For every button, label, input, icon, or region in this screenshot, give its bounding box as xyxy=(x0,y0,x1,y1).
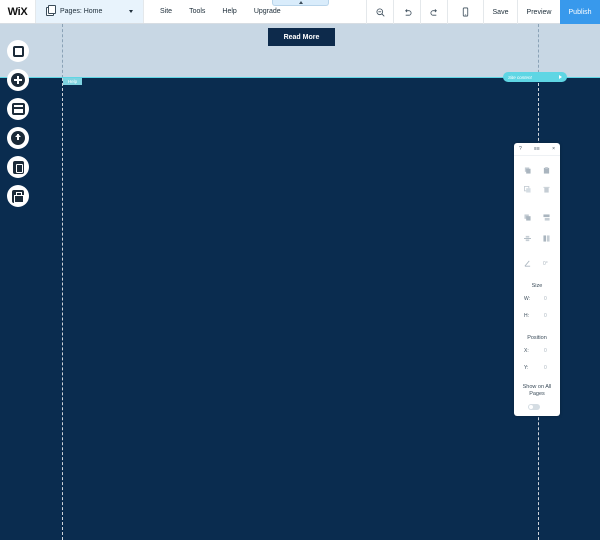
chevron-up-icon xyxy=(298,1,303,4)
background-icon xyxy=(12,45,24,57)
upload-icon xyxy=(11,131,25,145)
help-icon[interactable]: ? xyxy=(519,146,522,152)
size-title: Size xyxy=(531,283,543,289)
chevron-down-icon xyxy=(129,10,133,13)
menu-upgrade[interactable]: Upgrade xyxy=(254,8,281,15)
delete-icon[interactable] xyxy=(543,186,550,193)
paste-icon[interactable] xyxy=(543,167,550,174)
undo-button[interactable] xyxy=(393,0,420,24)
pages-icon xyxy=(46,5,56,16)
x-label: X: xyxy=(524,348,529,354)
pages-label: Pages: Home xyxy=(60,8,103,15)
upload-button[interactable] xyxy=(7,127,29,149)
position-title: Position xyxy=(527,335,547,341)
rotate-icon[interactable] xyxy=(524,260,531,267)
left-page-guide xyxy=(62,78,63,540)
left-toolbar xyxy=(7,40,29,214)
right-gridline xyxy=(538,24,539,78)
show-on-all-pages-label: Show on All Pages xyxy=(522,384,552,397)
site-content-handle[interactable]: Site content xyxy=(503,72,567,82)
distribute-icon[interactable] xyxy=(524,235,531,242)
redo-button[interactable] xyxy=(420,0,447,24)
panel-drag-icon[interactable]: ≡≡ xyxy=(534,146,540,152)
panel-header: ? ≡≡ × xyxy=(514,143,560,156)
duplicate-icon[interactable] xyxy=(524,186,531,193)
publish-button[interactable]: Publish xyxy=(560,0,600,24)
close-icon[interactable]: × xyxy=(552,146,555,152)
site-content-label: Site content xyxy=(508,74,532,80)
app-market-button[interactable] xyxy=(7,185,29,207)
wix-logo[interactable]: WiX xyxy=(0,0,36,23)
blog-icon xyxy=(12,160,24,174)
zoom-out-icon xyxy=(375,7,385,17)
show-on-all-pages-toggle[interactable] xyxy=(528,404,540,410)
rotate-value[interactable]: 0° xyxy=(543,261,548,267)
preview-button[interactable]: Preview xyxy=(517,0,560,24)
right-tools: Save Preview Publish xyxy=(366,0,600,24)
menu-site[interactable]: Site xyxy=(160,8,172,15)
blog-button[interactable] xyxy=(7,156,29,178)
save-button[interactable]: Save xyxy=(483,0,517,24)
chevron-right-icon xyxy=(559,75,562,79)
zoom-out-button[interactable] xyxy=(366,0,393,24)
y-label: Y: xyxy=(524,365,529,371)
app-market-icon xyxy=(12,189,24,203)
pages-dropdown[interactable]: Pages: Home xyxy=(36,0,144,23)
mobile-icon xyxy=(462,7,469,17)
width-input[interactable]: 0 xyxy=(544,296,547,302)
x-input[interactable]: 0 xyxy=(544,348,547,354)
height-label: H: xyxy=(524,313,529,319)
align-icon[interactable] xyxy=(543,214,550,221)
match-size-icon[interactable] xyxy=(543,235,550,242)
read-more-button[interactable]: Read More xyxy=(268,28,335,46)
arrange-icon[interactable] xyxy=(524,214,531,221)
width-label: W: xyxy=(524,296,531,302)
add-icon xyxy=(11,73,25,87)
menu-help[interactable]: Help xyxy=(222,8,236,15)
help-tag[interactable]: Help xyxy=(63,78,82,85)
store-icon xyxy=(11,103,25,115)
height-input[interactable]: 0 xyxy=(544,313,547,319)
copy-icon[interactable] xyxy=(524,167,531,174)
redo-icon xyxy=(430,8,437,16)
menu-tools[interactable]: Tools xyxy=(189,8,205,15)
left-gridline xyxy=(62,24,63,78)
mobile-view-button[interactable] xyxy=(447,0,483,24)
layout-tools-panel: ? ≡≡ × 0° Size W: 0 H: 0 Position X: 0 Y… xyxy=(514,143,560,416)
collapse-topbar-tab[interactable] xyxy=(272,0,329,6)
undo-icon xyxy=(404,8,411,16)
add-button[interactable] xyxy=(7,69,29,91)
background-button[interactable] xyxy=(7,40,29,62)
top-bar: WiX Pages: Home Site Tools Help Upgrade … xyxy=(0,0,600,24)
store-button[interactable] xyxy=(7,98,29,120)
y-input[interactable]: 0 xyxy=(544,365,547,371)
